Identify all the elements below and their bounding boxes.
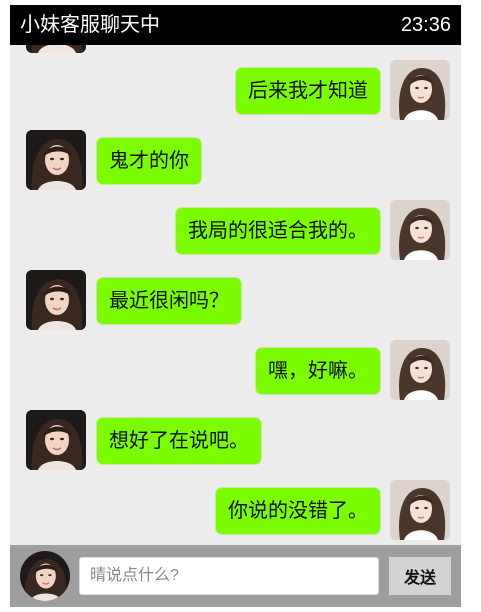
message-list[interactable]: 后来我才知道 鬼才的你 我局的很适合我的。 最近很闲吗？ 嘿，好嘛。 想好了在说… — [10, 45, 461, 545]
agent-avatar — [26, 270, 86, 330]
agent-avatar — [26, 410, 86, 470]
agent-avatar — [26, 130, 86, 190]
user-avatar — [390, 340, 450, 400]
message-bubble: 我局的很适合我的。 — [175, 207, 381, 255]
input-bar: 发送 — [10, 545, 461, 607]
message-bubble: 嘿，好嘛。 — [255, 347, 381, 395]
header-bar: 小妹客服聊天中 23:36 — [10, 5, 461, 45]
user-avatar — [390, 60, 450, 120]
chat-window: 小妹客服聊天中 23:36 后来我才知道 鬼才的你 我局的很适合我的。 最近很闲… — [10, 5, 461, 607]
agent-avatar — [20, 551, 70, 601]
message-bubble: 最近很闲吗？ — [96, 277, 242, 325]
agent-avatar — [26, 45, 86, 53]
user-avatar — [390, 480, 450, 540]
message-bubble: 你说的没错了。 — [215, 487, 381, 535]
message-bubble: 后来我才知道 — [235, 67, 381, 115]
page-title: 小妹客服聊天中 — [20, 14, 160, 36]
message-bubble: 鬼才的你 — [96, 137, 202, 185]
clock-time: 23:36 — [400, 14, 451, 36]
send-button[interactable]: 发送 — [389, 557, 451, 595]
message-input[interactable] — [79, 557, 379, 595]
message-bubble: 想好了在说吧。 — [96, 417, 262, 465]
user-avatar — [390, 200, 450, 260]
